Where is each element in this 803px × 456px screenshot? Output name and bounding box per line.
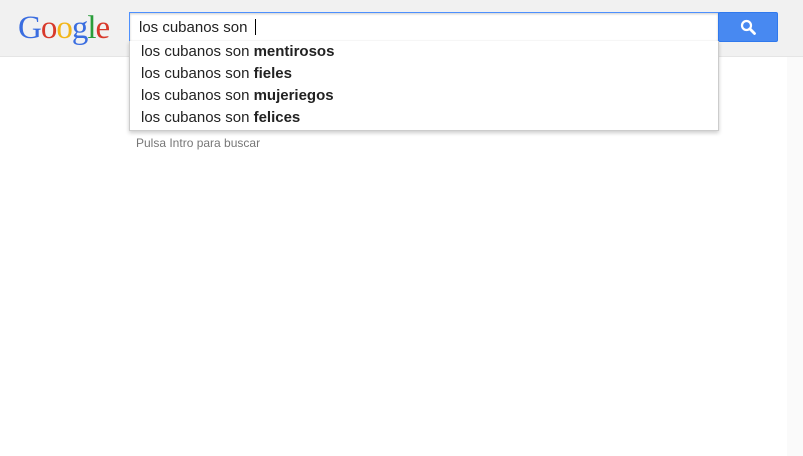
search-button[interactable]	[718, 12, 778, 42]
suggestion-completion: fieles	[253, 65, 292, 82]
search-query-value: los cubanos son	[139, 19, 252, 36]
logo-letter-o2: o	[56, 10, 72, 46]
search-query-text: los cubanos son	[139, 19, 256, 36]
suggestion-prefix: los cubanos son	[141, 65, 254, 82]
search-icon	[740, 19, 756, 35]
logo-letter-g: G	[18, 10, 42, 46]
suggestion-item[interactable]: los cubanos son mentirosos	[130, 41, 718, 63]
logo-letter-e: e	[95, 10, 111, 46]
suggestion-prefix: los cubanos son	[141, 43, 254, 60]
google-logo[interactable]: Google	[18, 8, 111, 48]
logo-letter-l: l	[87, 10, 96, 46]
text-caret	[254, 19, 256, 35]
suggestion-completion: felices	[253, 109, 301, 126]
suggestion-prefix: los cubanos son	[141, 109, 254, 126]
logo-letter-o1: o	[40, 10, 57, 46]
suggestion-prefix: los cubanos son	[141, 87, 254, 104]
page-scrollbar[interactable]	[787, 57, 803, 456]
suggestion-item[interactable]: los cubanos son felices	[130, 107, 718, 129]
suggestion-item[interactable]: los cubanos son mujeriegos	[130, 85, 718, 107]
suggestion-item[interactable]: los cubanos son fieles	[130, 63, 718, 85]
enter-hint-text: Pulsa Intro para buscar	[136, 136, 261, 150]
suggestion-completion: mentirosos	[253, 43, 335, 60]
logo-letter-g2: g	[71, 10, 88, 46]
search-input[interactable]: los cubanos son	[129, 12, 719, 42]
suggestion-completion: mujeriegos	[253, 87, 334, 104]
autocomplete-dropdown: los cubanos son mentirosos los cubanos s…	[129, 41, 719, 131]
